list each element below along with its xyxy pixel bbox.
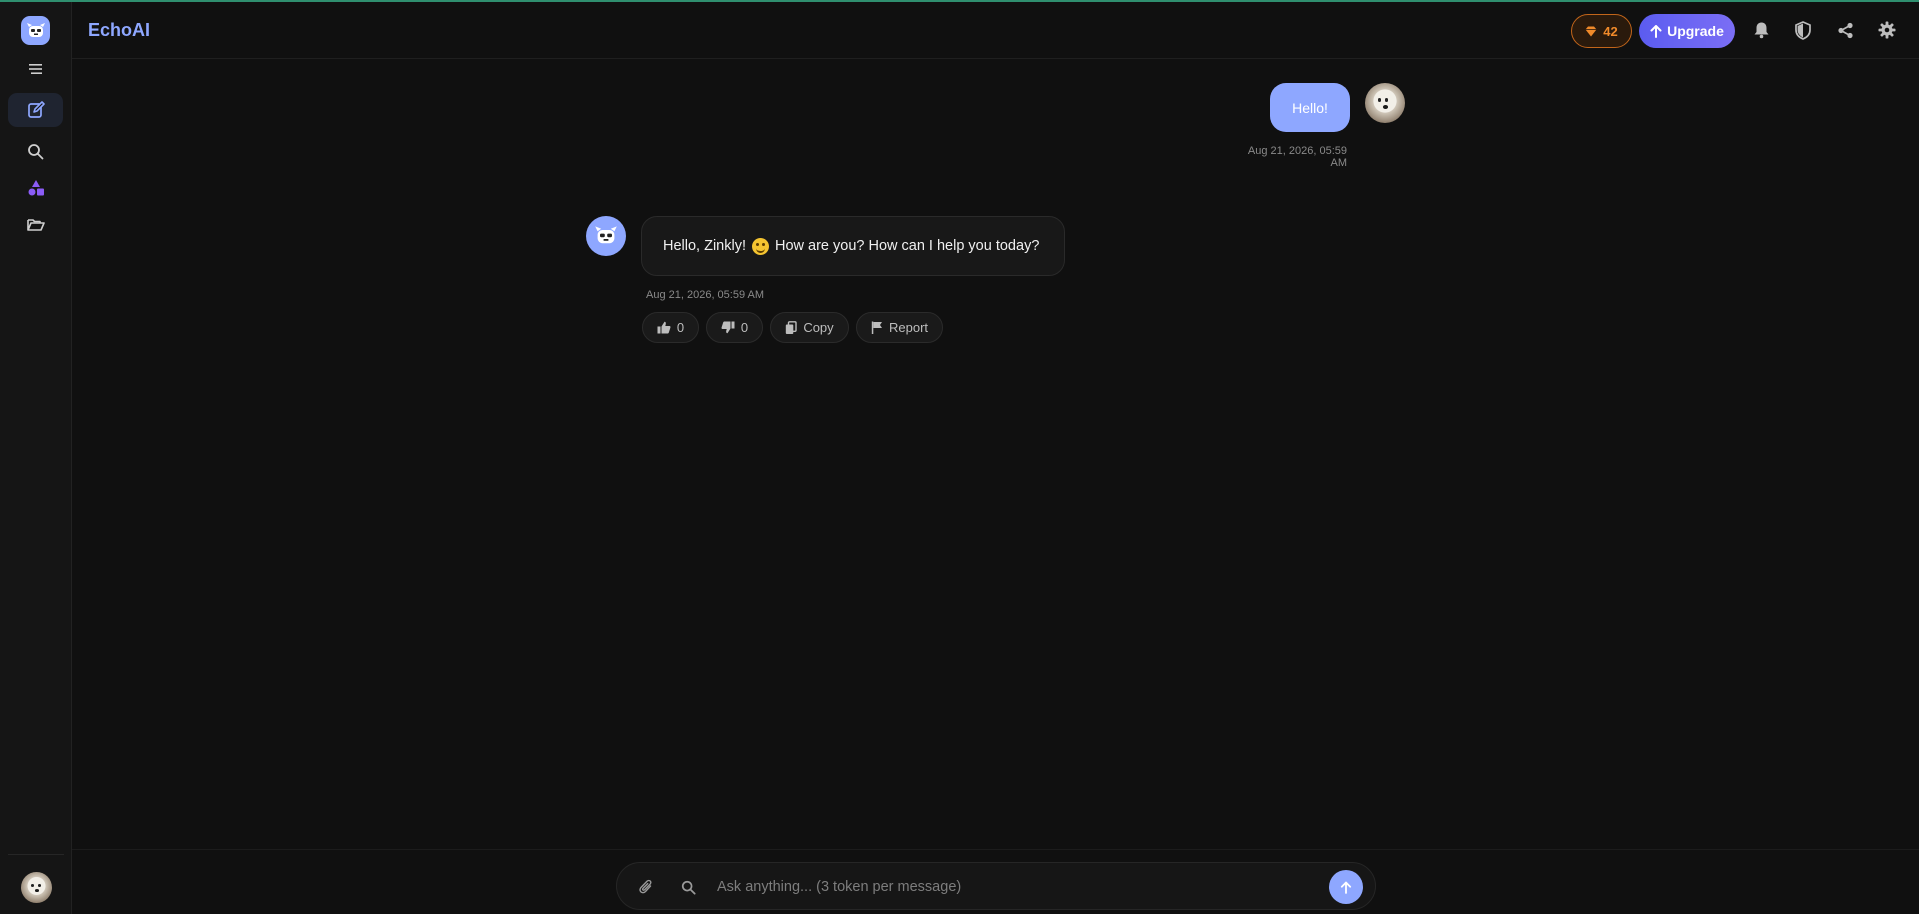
profile-avatar[interactable] <box>21 872 52 903</box>
copy-button[interactable]: Copy <box>770 312 849 343</box>
copy-icon <box>786 320 798 334</box>
user-message-timestamp: Aug 21, 2026, 05:59 AM <box>1247 145 1347 169</box>
share-button[interactable] <box>1834 19 1856 41</box>
robot-logo-icon <box>595 226 617 244</box>
app-logo[interactable] <box>21 16 50 45</box>
assistant-message-bubble: Hello, Zinkly! How are you? How can I he… <box>641 216 1065 276</box>
top-header: EchoAI 42 Upgrade <box>72 2 1919 59</box>
assistant-message-timestamp: Aug 21, 2026, 05:59 AM <box>646 289 765 301</box>
hamburger-icon <box>28 64 42 74</box>
sidebar-divider <box>8 854 64 855</box>
smiling-face-emoji-icon <box>752 237 769 255</box>
shield-icon <box>1795 20 1811 40</box>
privacy-button[interactable] <box>1792 19 1814 41</box>
gems-count: 42 <box>1603 23 1618 39</box>
assistant-message-text-start: Hello, Zinkly! <box>663 238 746 254</box>
copy-label: Copy <box>803 320 834 335</box>
user-avatar <box>1365 83 1405 123</box>
shapes-icon <box>28 180 44 196</box>
sidebar-item-folders[interactable] <box>8 208 63 242</box>
robot-logo-icon <box>26 22 45 37</box>
upgrade-button[interactable]: Upgrade <box>1639 14 1735 48</box>
message-input[interactable] <box>717 873 1277 901</box>
edit-icon <box>27 101 45 118</box>
thumbs-down-icon <box>721 321 735 334</box>
dislike-button[interactable]: 0 <box>706 312 763 343</box>
search-icon <box>681 880 696 895</box>
composer-divider <box>72 849 1919 850</box>
upgrade-label: Upgrade <box>1667 23 1724 39</box>
dislike-count: 0 <box>740 320 749 335</box>
sidebar-menu-button[interactable] <box>8 52 63 86</box>
share-icon <box>1837 22 1853 38</box>
report-label: Report <box>888 320 929 335</box>
user-message-bubble: Hello! <box>1270 83 1350 132</box>
like-button[interactable]: 0 <box>642 312 699 343</box>
gems-balance-button[interactable]: 42 <box>1571 14 1632 48</box>
settings-button[interactable] <box>1876 19 1898 41</box>
arrow-up-icon <box>1650 24 1662 38</box>
composer <box>616 862 1376 910</box>
like-count: 0 <box>676 320 685 335</box>
flag-icon <box>871 321 882 334</box>
send-button[interactable] <box>1329 870 1363 904</box>
sidebar-item-search[interactable] <box>8 134 63 168</box>
diamond-icon <box>1585 26 1597 36</box>
report-button[interactable]: Report <box>856 312 943 343</box>
gear-icon <box>1878 21 1896 39</box>
folder-open-icon <box>26 219 45 231</box>
sidebar <box>0 2 72 914</box>
search-icon <box>28 143 44 159</box>
web-search-toggle[interactable] <box>679 878 697 896</box>
assistant-message-text-end: How are you? How can I help you today? <box>775 238 1040 254</box>
attach-button[interactable] <box>637 878 655 896</box>
sidebar-item-new-chat[interactable] <box>8 93 63 127</box>
notifications-button[interactable] <box>1750 19 1772 41</box>
arrow-up-icon <box>1340 881 1352 894</box>
sidebar-item-explore[interactable] <box>8 171 63 205</box>
paperclip-icon <box>639 879 652 894</box>
thumbs-up-icon <box>657 321 671 334</box>
user-message-text: Hello! <box>1292 99 1328 116</box>
bell-icon <box>1754 22 1768 39</box>
assistant-avatar <box>586 216 626 256</box>
brand-title: EchoAI <box>88 20 151 40</box>
